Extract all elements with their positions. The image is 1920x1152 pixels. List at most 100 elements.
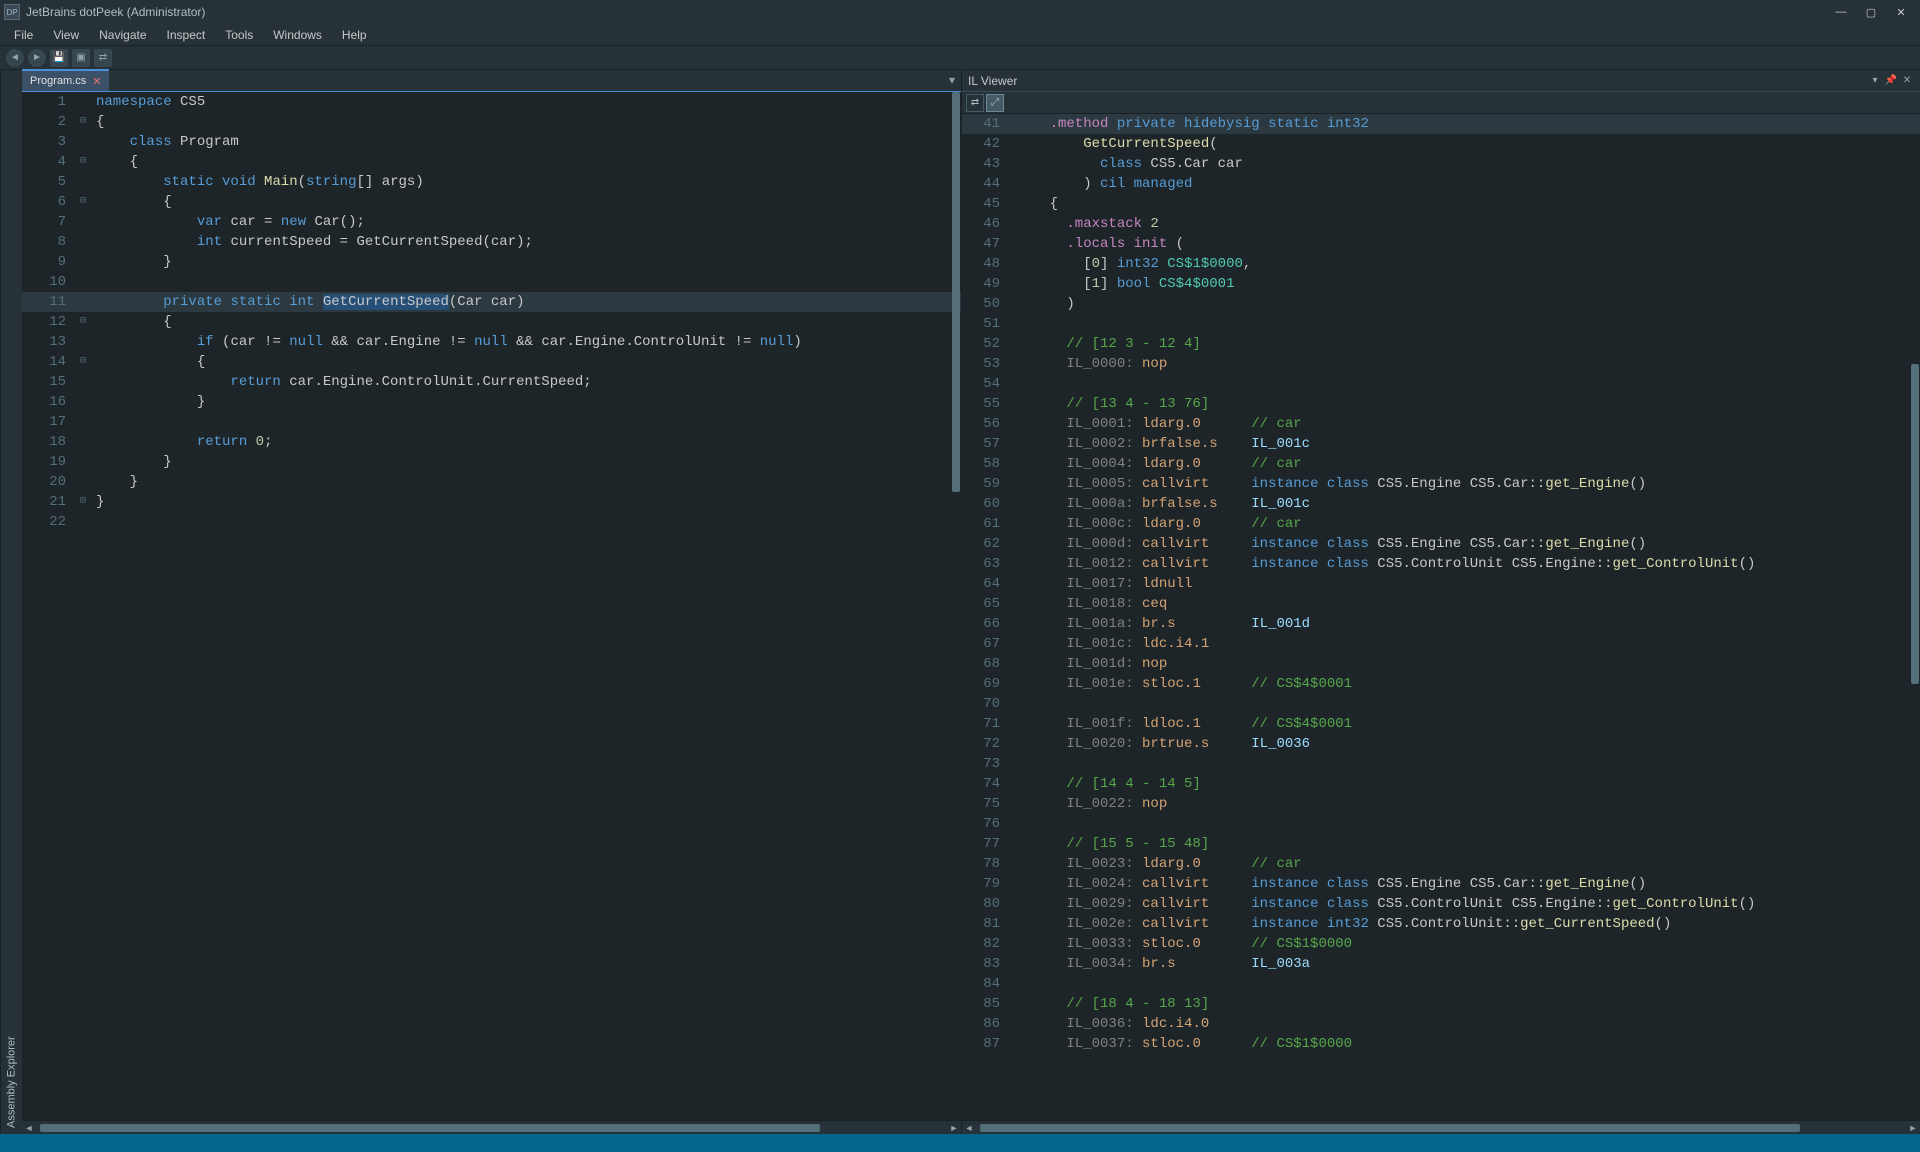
- fold-icon[interactable]: ⊟: [76, 492, 90, 512]
- code-line[interactable]: 3 class Program: [22, 132, 961, 152]
- code-line[interactable]: 64 IL_0017: ldnull: [962, 574, 1920, 594]
- code-line[interactable]: 53 IL_0000: nop: [962, 354, 1920, 374]
- il-v-scrollbar[interactable]: [1910, 114, 1920, 1120]
- close-button[interactable]: ✕: [1886, 2, 1916, 22]
- code-line[interactable]: 83 IL_0034: br.s IL_003a: [962, 954, 1920, 974]
- code-line[interactable]: 73: [962, 754, 1920, 774]
- code-line[interactable]: 58 IL_0004: ldarg.0 // car: [962, 454, 1920, 474]
- code-line[interactable]: 11 private static int GetCurrentSpeed(Ca…: [22, 292, 961, 312]
- tabs-dropdown-icon[interactable]: ▾: [943, 70, 961, 91]
- code-line[interactable]: 56 IL_0001: ldarg.0 // car: [962, 414, 1920, 434]
- code-line[interactable]: 63 IL_0012: callvirt instance class CS5.…: [962, 554, 1920, 574]
- scrollbar-thumb[interactable]: [40, 1124, 820, 1132]
- fold-icon[interactable]: ⊟: [76, 112, 90, 132]
- scroll-right-icon[interactable]: ►: [947, 1121, 961, 1135]
- code-line[interactable]: 54: [962, 374, 1920, 394]
- il-h-scrollbar[interactable]: ◄ ►: [962, 1120, 1920, 1134]
- menu-windows[interactable]: Windows: [263, 26, 332, 44]
- code-line[interactable]: 18 return 0;: [22, 432, 961, 452]
- il-toggle-a-icon[interactable]: ⇄: [966, 94, 984, 112]
- save-icon[interactable]: 💾: [50, 49, 68, 67]
- code-line[interactable]: 85 // [18 4 - 18 13]: [962, 994, 1920, 1014]
- fold-icon[interactable]: ⊟: [76, 312, 90, 332]
- code-line[interactable]: 44 ) cil managed: [962, 174, 1920, 194]
- dropdown-icon[interactable]: ▾: [1868, 74, 1882, 88]
- code-line[interactable]: 78 IL_0023: ldarg.0 // car: [962, 854, 1920, 874]
- code-line[interactable]: 74 // [14 4 - 14 5]: [962, 774, 1920, 794]
- code-line[interactable]: 55 // [13 4 - 13 76]: [962, 394, 1920, 414]
- code-line[interactable]: 71 IL_001f: ldloc.1 // CS$4$0001: [962, 714, 1920, 734]
- code-line[interactable]: 67 IL_001c: ldc.i4.1: [962, 634, 1920, 654]
- code-line[interactable]: 86 IL_0036: ldc.i4.0: [962, 1014, 1920, 1034]
- code-line[interactable]: 20 }: [22, 472, 961, 492]
- code-line[interactable]: 22: [22, 512, 961, 532]
- fold-icon[interactable]: ⊟: [76, 352, 90, 372]
- code-line[interactable]: 66 IL_001a: br.s IL_001d: [962, 614, 1920, 634]
- il-code-viewer[interactable]: 41 .method private hidebysig static int3…: [962, 114, 1920, 1120]
- menu-file[interactable]: File: [4, 26, 43, 44]
- code-line[interactable]: 51: [962, 314, 1920, 334]
- menu-tools[interactable]: Tools: [215, 26, 263, 44]
- scroll-left-icon[interactable]: ◄: [22, 1121, 36, 1135]
- nav-back-icon[interactable]: ◄: [6, 49, 24, 67]
- code-line[interactable]: 47 .locals init (: [962, 234, 1920, 254]
- menu-help[interactable]: Help: [332, 26, 377, 44]
- maximize-button[interactable]: ▢: [1856, 2, 1886, 22]
- minimize-button[interactable]: —: [1826, 2, 1856, 22]
- code-line[interactable]: 49 [1] bool CS$4$0001: [962, 274, 1920, 294]
- code-line[interactable]: 21⊟}: [22, 492, 961, 512]
- code-line[interactable]: 57 IL_0002: brfalse.s IL_001c: [962, 434, 1920, 454]
- code-line[interactable]: 59 IL_0005: callvirt instance class CS5.…: [962, 474, 1920, 494]
- scrollbar-thumb[interactable]: [1911, 364, 1919, 684]
- code-line[interactable]: 75 IL_0022: nop: [962, 794, 1920, 814]
- menu-view[interactable]: View: [43, 26, 89, 44]
- assembly-explorer-tab[interactable]: Assembly Explorer: [0, 70, 22, 1134]
- nav-forward-icon[interactable]: ►: [28, 49, 46, 67]
- fold-icon[interactable]: ⊟: [76, 152, 90, 172]
- code-line[interactable]: 8 int currentSpeed = GetCurrentSpeed(car…: [22, 232, 961, 252]
- code-line[interactable]: 77 // [15 5 - 15 48]: [962, 834, 1920, 854]
- code-line[interactable]: 2⊟{: [22, 112, 961, 132]
- code-line[interactable]: 76: [962, 814, 1920, 834]
- code-line[interactable]: 82 IL_0033: stloc.0 // CS$1$0000: [962, 934, 1920, 954]
- code-line[interactable]: 45 {: [962, 194, 1920, 214]
- code-line[interactable]: 12⊟ {: [22, 312, 961, 332]
- code-line[interactable]: 13 if (car != null && car.Engine != null…: [22, 332, 961, 352]
- scrollbar-thumb[interactable]: [980, 1124, 1800, 1132]
- close-icon[interactable]: ✕: [92, 75, 101, 88]
- editor-h-scrollbar[interactable]: ◄ ►: [22, 1120, 961, 1134]
- code-line[interactable]: 79 IL_0024: callvirt instance class CS5.…: [962, 874, 1920, 894]
- assembly-icon[interactable]: ▣: [72, 49, 90, 67]
- code-line[interactable]: 17: [22, 412, 961, 432]
- code-line[interactable]: 10: [22, 272, 961, 292]
- code-line[interactable]: 52 // [12 3 - 12 4]: [962, 334, 1920, 354]
- code-line[interactable]: 84: [962, 974, 1920, 994]
- code-line[interactable]: 5 static void Main(string[] args): [22, 172, 961, 192]
- il-toggle-b-icon[interactable]: ⤢: [986, 94, 1004, 112]
- code-line[interactable]: 1namespace CS5: [22, 92, 961, 112]
- code-line[interactable]: 41 .method private hidebysig static int3…: [962, 114, 1920, 134]
- code-line[interactable]: 7 var car = new Car();: [22, 212, 961, 232]
- code-line[interactable]: 69 IL_001e: stloc.1 // CS$4$0001: [962, 674, 1920, 694]
- code-line[interactable]: 61 IL_000c: ldarg.0 // car: [962, 514, 1920, 534]
- code-line[interactable]: 14⊟ {: [22, 352, 961, 372]
- code-line[interactable]: 62 IL_000d: callvirt instance class CS5.…: [962, 534, 1920, 554]
- scroll-right-icon[interactable]: ►: [1906, 1121, 1920, 1135]
- link-icon[interactable]: ⇄: [94, 49, 112, 67]
- close-icon[interactable]: ✕: [1900, 74, 1914, 88]
- menu-inspect[interactable]: Inspect: [157, 26, 216, 44]
- tab-program-cs[interactable]: Program.cs ✕: [22, 69, 109, 91]
- fold-icon[interactable]: ⊟: [76, 192, 90, 212]
- code-line[interactable]: 68 IL_001d: nop: [962, 654, 1920, 674]
- editor-v-scrollbar[interactable]: [951, 92, 961, 1120]
- code-line[interactable]: 19 }: [22, 452, 961, 472]
- code-line[interactable]: 15 return car.Engine.ControlUnit.Current…: [22, 372, 961, 392]
- code-line[interactable]: 43 class CS5.Car car: [962, 154, 1920, 174]
- code-editor[interactable]: 1namespace CS52⊟{3 class Program4⊟ {5 st…: [22, 92, 961, 1120]
- code-line[interactable]: 50 ): [962, 294, 1920, 314]
- code-line[interactable]: 4⊟ {: [22, 152, 961, 172]
- code-line[interactable]: 72 IL_0020: brtrue.s IL_0036: [962, 734, 1920, 754]
- scrollbar-thumb[interactable]: [952, 92, 960, 492]
- code-line[interactable]: 80 IL_0029: callvirt instance class CS5.…: [962, 894, 1920, 914]
- code-line[interactable]: 46 .maxstack 2: [962, 214, 1920, 234]
